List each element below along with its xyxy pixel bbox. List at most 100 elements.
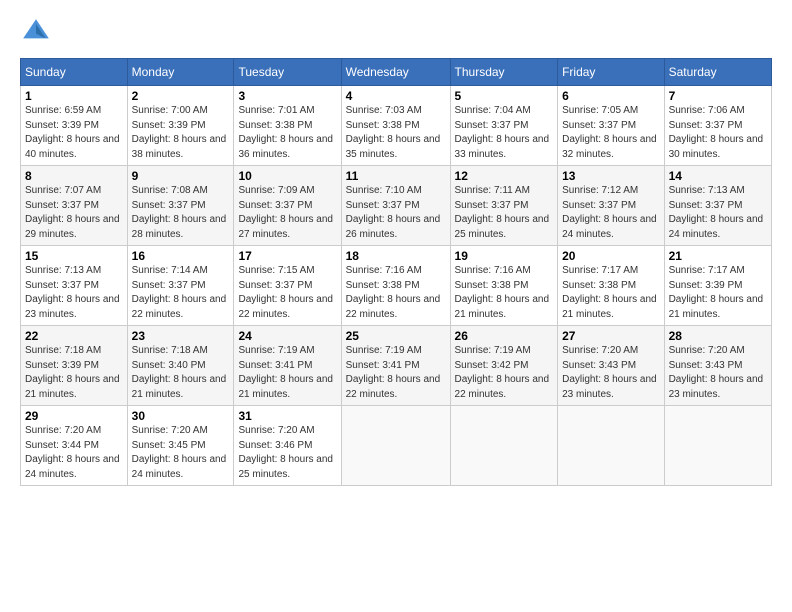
calendar-cell (450, 406, 558, 486)
calendar-header-row: SundayMondayTuesdayWednesdayThursdayFrid… (21, 59, 772, 86)
day-info: Sunrise: 7:18 AMSunset: 3:39 PMDaylight:… (25, 345, 120, 400)
calendar-cell: 15 Sunrise: 7:13 AMSunset: 3:37 PMDaylig… (21, 246, 128, 326)
day-header-monday: Monday (127, 59, 234, 86)
day-number: 21 (669, 249, 767, 263)
calendar-cell: 28 Sunrise: 7:20 AMSunset: 3:43 PMDaylig… (664, 326, 771, 406)
day-info: Sunrise: 7:16 AMSunset: 3:38 PMDaylight:… (455, 265, 550, 320)
calendar-cell (558, 406, 664, 486)
day-info: Sunrise: 7:13 AMSunset: 3:37 PMDaylight:… (25, 265, 120, 320)
day-number: 12 (455, 169, 554, 183)
day-info: Sunrise: 7:14 AMSunset: 3:37 PMDaylight:… (132, 265, 227, 320)
day-info: Sunrise: 7:13 AMSunset: 3:37 PMDaylight:… (669, 185, 764, 240)
day-info: Sunrise: 7:10 AMSunset: 3:37 PMDaylight:… (346, 185, 441, 240)
day-info: Sunrise: 7:09 AMSunset: 3:37 PMDaylight:… (238, 185, 333, 240)
calendar-week-3: 15 Sunrise: 7:13 AMSunset: 3:37 PMDaylig… (21, 246, 772, 326)
calendar-cell (664, 406, 771, 486)
calendar-cell: 13 Sunrise: 7:12 AMSunset: 3:37 PMDaylig… (558, 166, 664, 246)
calendar-cell: 7 Sunrise: 7:06 AMSunset: 3:37 PMDayligh… (664, 86, 771, 166)
calendar-cell: 8 Sunrise: 7:07 AMSunset: 3:37 PMDayligh… (21, 166, 128, 246)
day-number: 23 (132, 329, 230, 343)
day-number: 22 (25, 329, 123, 343)
day-number: 1 (25, 89, 123, 103)
day-info: Sunrise: 7:20 AMSunset: 3:43 PMDaylight:… (562, 345, 657, 400)
day-info: Sunrise: 7:06 AMSunset: 3:37 PMDaylight:… (669, 105, 764, 160)
calendar-cell: 5 Sunrise: 7:04 AMSunset: 3:37 PMDayligh… (450, 86, 558, 166)
calendar-cell: 16 Sunrise: 7:14 AMSunset: 3:37 PMDaylig… (127, 246, 234, 326)
day-info: Sunrise: 7:15 AMSunset: 3:37 PMDaylight:… (238, 265, 333, 320)
day-number: 20 (562, 249, 659, 263)
day-info: Sunrise: 7:05 AMSunset: 3:37 PMDaylight:… (562, 105, 657, 160)
calendar-cell: 19 Sunrise: 7:16 AMSunset: 3:38 PMDaylig… (450, 246, 558, 326)
day-info: Sunrise: 7:19 AMSunset: 3:42 PMDaylight:… (455, 345, 550, 400)
day-info: Sunrise: 7:04 AMSunset: 3:37 PMDaylight:… (455, 105, 550, 160)
day-info: Sunrise: 7:20 AMSunset: 3:43 PMDaylight:… (669, 345, 764, 400)
day-number: 10 (238, 169, 336, 183)
day-header-wednesday: Wednesday (341, 59, 450, 86)
calendar-table: SundayMondayTuesdayWednesdayThursdayFrid… (20, 58, 772, 486)
day-number: 30 (132, 409, 230, 423)
day-number: 29 (25, 409, 123, 423)
day-number: 14 (669, 169, 767, 183)
calendar-week-2: 8 Sunrise: 7:07 AMSunset: 3:37 PMDayligh… (21, 166, 772, 246)
calendar-cell: 12 Sunrise: 7:11 AMSunset: 3:37 PMDaylig… (450, 166, 558, 246)
calendar-cell (341, 406, 450, 486)
day-number: 2 (132, 89, 230, 103)
day-info: Sunrise: 7:12 AMSunset: 3:37 PMDaylight:… (562, 185, 657, 240)
day-number: 25 (346, 329, 446, 343)
calendar-week-4: 22 Sunrise: 7:18 AMSunset: 3:39 PMDaylig… (21, 326, 772, 406)
day-info: Sunrise: 7:20 AMSunset: 3:44 PMDaylight:… (25, 425, 120, 480)
day-header-tuesday: Tuesday (234, 59, 341, 86)
calendar-cell: 18 Sunrise: 7:16 AMSunset: 3:38 PMDaylig… (341, 246, 450, 326)
day-info: Sunrise: 7:01 AMSunset: 3:38 PMDaylight:… (238, 105, 333, 160)
day-number: 28 (669, 329, 767, 343)
day-number: 19 (455, 249, 554, 263)
day-info: Sunrise: 7:07 AMSunset: 3:37 PMDaylight:… (25, 185, 120, 240)
day-number: 7 (669, 89, 767, 103)
calendar-cell: 29 Sunrise: 7:20 AMSunset: 3:44 PMDaylig… (21, 406, 128, 486)
calendar-week-5: 29 Sunrise: 7:20 AMSunset: 3:44 PMDaylig… (21, 406, 772, 486)
calendar-cell: 20 Sunrise: 7:17 AMSunset: 3:38 PMDaylig… (558, 246, 664, 326)
day-number: 31 (238, 409, 336, 423)
calendar-week-1: 1 Sunrise: 6:59 AMSunset: 3:39 PMDayligh… (21, 86, 772, 166)
day-number: 5 (455, 89, 554, 103)
calendar-cell: 3 Sunrise: 7:01 AMSunset: 3:38 PMDayligh… (234, 86, 341, 166)
day-info: Sunrise: 7:16 AMSunset: 3:38 PMDaylight:… (346, 265, 441, 320)
logo (20, 16, 56, 48)
day-number: 3 (238, 89, 336, 103)
day-info: Sunrise: 7:17 AMSunset: 3:39 PMDaylight:… (669, 265, 764, 320)
day-header-sunday: Sunday (21, 59, 128, 86)
calendar-cell: 26 Sunrise: 7:19 AMSunset: 3:42 PMDaylig… (450, 326, 558, 406)
day-number: 18 (346, 249, 446, 263)
calendar-cell: 14 Sunrise: 7:13 AMSunset: 3:37 PMDaylig… (664, 166, 771, 246)
day-number: 27 (562, 329, 659, 343)
calendar-cell: 30 Sunrise: 7:20 AMSunset: 3:45 PMDaylig… (127, 406, 234, 486)
day-info: Sunrise: 7:17 AMSunset: 3:38 PMDaylight:… (562, 265, 657, 320)
day-info: Sunrise: 7:11 AMSunset: 3:37 PMDaylight:… (455, 185, 550, 240)
day-number: 16 (132, 249, 230, 263)
day-number: 15 (25, 249, 123, 263)
day-info: Sunrise: 7:20 AMSunset: 3:46 PMDaylight:… (238, 425, 333, 480)
day-header-friday: Friday (558, 59, 664, 86)
calendar-cell: 11 Sunrise: 7:10 AMSunset: 3:37 PMDaylig… (341, 166, 450, 246)
calendar-cell: 21 Sunrise: 7:17 AMSunset: 3:39 PMDaylig… (664, 246, 771, 326)
calendar-cell: 27 Sunrise: 7:20 AMSunset: 3:43 PMDaylig… (558, 326, 664, 406)
day-number: 9 (132, 169, 230, 183)
day-number: 11 (346, 169, 446, 183)
day-number: 13 (562, 169, 659, 183)
day-header-thursday: Thursday (450, 59, 558, 86)
calendar-cell: 1 Sunrise: 6:59 AMSunset: 3:39 PMDayligh… (21, 86, 128, 166)
day-info: Sunrise: 7:00 AMSunset: 3:39 PMDaylight:… (132, 105, 227, 160)
day-number: 24 (238, 329, 336, 343)
calendar-cell: 9 Sunrise: 7:08 AMSunset: 3:37 PMDayligh… (127, 166, 234, 246)
calendar-cell: 2 Sunrise: 7:00 AMSunset: 3:39 PMDayligh… (127, 86, 234, 166)
day-number: 4 (346, 89, 446, 103)
day-info: Sunrise: 7:08 AMSunset: 3:37 PMDaylight:… (132, 185, 227, 240)
day-number: 6 (562, 89, 659, 103)
day-number: 17 (238, 249, 336, 263)
day-info: Sunrise: 7:19 AMSunset: 3:41 PMDaylight:… (238, 345, 333, 400)
day-info: Sunrise: 7:20 AMSunset: 3:45 PMDaylight:… (132, 425, 227, 480)
day-number: 26 (455, 329, 554, 343)
day-info: Sunrise: 7:19 AMSunset: 3:41 PMDaylight:… (346, 345, 441, 400)
calendar-cell: 25 Sunrise: 7:19 AMSunset: 3:41 PMDaylig… (341, 326, 450, 406)
calendar-cell: 4 Sunrise: 7:03 AMSunset: 3:38 PMDayligh… (341, 86, 450, 166)
